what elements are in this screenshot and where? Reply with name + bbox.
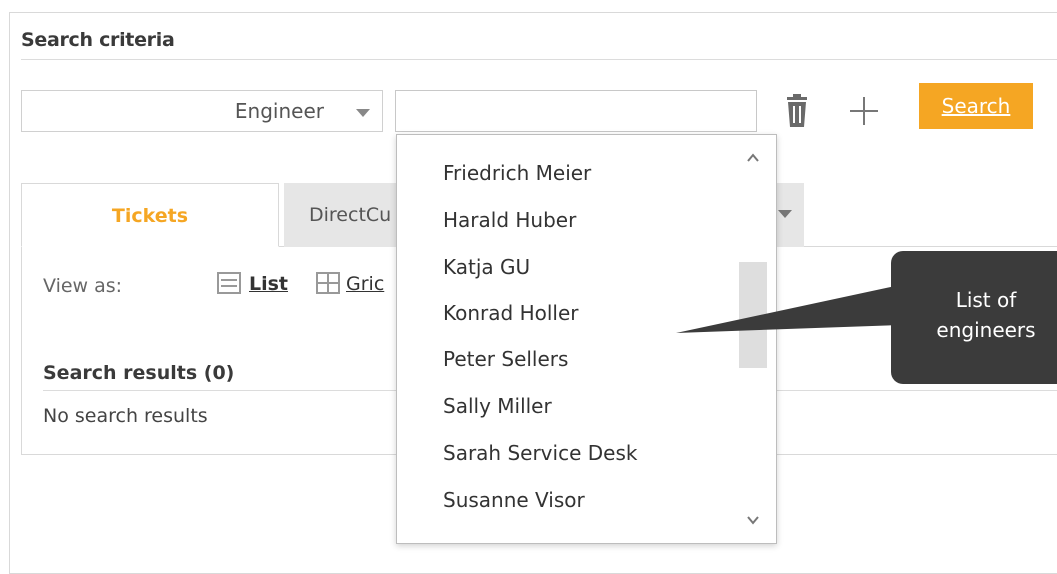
list-item[interactable]: Peter Sellers — [443, 347, 568, 371]
panel-title: Search criteria — [21, 29, 175, 51]
list-item[interactable]: Katja GU — [443, 255, 530, 279]
list-item[interactable]: Sally Miller — [443, 394, 552, 418]
view-as-label: View as: — [43, 275, 123, 297]
no-results-text: No search results — [43, 405, 208, 427]
view-list-option[interactable]: List — [217, 272, 288, 302]
list-item[interactable]: Konrad Holler — [443, 301, 578, 325]
dropdown-scrollbar[interactable] — [737, 135, 769, 543]
callout-line2: engineers — [936, 318, 1036, 342]
view-grid-label: Gric — [346, 273, 385, 295]
dropdown-arrow-icon — [356, 109, 370, 117]
tab-more-arrow-icon[interactable] — [778, 210, 792, 218]
list-view-icon — [217, 272, 241, 294]
field-select[interactable]: Engineer — [21, 90, 383, 132]
callout-tooltip: List of engineers — [891, 251, 1057, 384]
grid-view-icon — [316, 272, 340, 294]
search-button[interactable]: Search — [919, 83, 1033, 129]
tab-tickets[interactable]: Tickets — [21, 183, 279, 247]
field-select-value: Engineer — [234, 99, 324, 123]
chevron-down-icon[interactable] — [747, 515, 759, 525]
chevron-up-icon[interactable] — [747, 153, 759, 163]
engineer-value-input[interactable] — [395, 90, 757, 132]
view-list-label: List — [249, 273, 289, 295]
search-results-title: Search results (0) — [43, 362, 235, 384]
scrollbar-thumb[interactable] — [739, 262, 767, 368]
plus-icon[interactable] — [847, 94, 881, 128]
list-item[interactable]: Sarah Service Desk — [443, 441, 637, 465]
engineer-dropdown-list[interactable]: Friedrich Meier Harald Huber Katja GU Ko… — [396, 134, 777, 544]
list-item[interactable]: Susanne Visor — [443, 488, 585, 512]
trash-icon[interactable] — [784, 94, 810, 128]
callout-line1: List of — [955, 288, 1017, 312]
view-grid-option[interactable]: Gric — [316, 272, 384, 302]
list-item[interactable]: Friedrich Meier — [443, 161, 591, 185]
list-item[interactable]: Harald Huber — [443, 208, 576, 232]
title-divider — [21, 59, 1057, 60]
